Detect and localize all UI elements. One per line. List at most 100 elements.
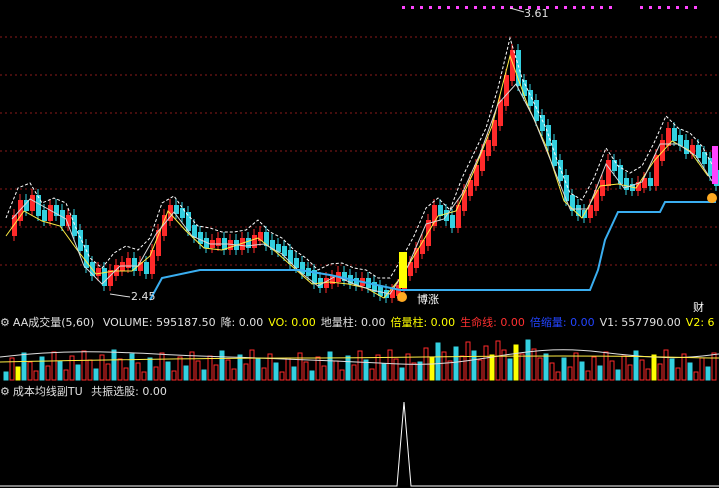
resonance-signal-line: [0, 401, 719, 487]
volume-bar: [543, 353, 549, 381]
candle-body: [216, 238, 221, 246]
volume-bar: [99, 354, 105, 381]
volume-bar: [447, 360, 453, 381]
volume-bar: [609, 360, 615, 381]
volume-bar: [51, 351, 57, 381]
low-pointer-line: [109, 293, 131, 298]
candle-body: [600, 180, 605, 196]
indicator-panel[interactable]: ⚙ 成本均线副TU 共振选股: 0.00: [0, 382, 719, 488]
candle-body: [186, 212, 191, 231]
volume-bar: [477, 359, 483, 381]
candle-body: [48, 205, 53, 221]
indicator-line-chart: [0, 401, 719, 487]
volume-bar: [309, 370, 315, 381]
volume-bar: [159, 352, 165, 381]
volume-bar: [405, 353, 411, 381]
volume-bar: [699, 357, 705, 381]
marker-dot: [474, 6, 477, 9]
volume-bar: [213, 364, 219, 381]
candle-body: [30, 195, 35, 211]
candle-body: [522, 80, 527, 96]
volume-bar: [561, 357, 567, 381]
volume-bar: [435, 342, 441, 381]
volume-bar: [507, 358, 513, 381]
volume-bar: [243, 363, 249, 381]
ma-mid-line: [11, 83, 715, 295]
volume-bar: [27, 361, 33, 381]
candle-body: [228, 240, 233, 250]
candle-body: [450, 215, 455, 228]
volume-bar: [591, 356, 597, 381]
volume-bar: [69, 355, 75, 381]
volume-bar: [429, 356, 435, 381]
volume-bar: [627, 364, 633, 381]
volume-bar: [195, 360, 201, 381]
volume-bar: [57, 360, 63, 381]
candle-body: [672, 128, 677, 141]
candle-body: [390, 290, 395, 298]
marker-dot: [694, 6, 697, 9]
volume-bar: [639, 359, 645, 381]
volume-bar: [171, 370, 177, 381]
high-price-label: 3.61: [524, 7, 549, 20]
volume-bar: [483, 345, 489, 381]
volume-ma-line: [0, 349, 719, 365]
volume-bar: [219, 350, 225, 381]
volume-bar: [441, 351, 447, 381]
volume-bar: [93, 368, 99, 381]
candle-body: [108, 270, 113, 286]
volume-bar: [393, 358, 399, 381]
candle-body: [684, 140, 689, 154]
marker-dot: [483, 6, 486, 9]
candle-body: [606, 160, 611, 186]
volume-bar: [285, 357, 291, 381]
volume-bar: [663, 349, 669, 381]
volume-bar: [81, 350, 87, 381]
marker-dot: [501, 6, 504, 9]
volume-bar: [345, 355, 351, 381]
volume-bar: [147, 357, 153, 381]
volume-bar: [711, 352, 717, 381]
volume-bar: [255, 358, 261, 381]
volume-bar: [33, 370, 39, 381]
low-price-label: 2.45: [131, 290, 156, 303]
marker-dot: [564, 6, 567, 9]
volume-bar: [363, 359, 369, 381]
volume-bar: [357, 350, 363, 381]
marker-dot: [582, 6, 585, 9]
candle-body: [486, 140, 491, 156]
marker-dot: [658, 6, 661, 9]
volume-bar: [489, 354, 495, 381]
volume-bar: [45, 365, 51, 381]
candle-body: [246, 238, 251, 248]
price-chart-panel[interactable]: 3.61 2.45 博涨 财: [0, 0, 719, 314]
marker-dot: [420, 6, 423, 9]
volume-bar: [207, 355, 213, 381]
candle-body: [96, 268, 101, 276]
volume-bar: [399, 367, 405, 381]
volume-bar: [117, 358, 123, 381]
marker-dot: [438, 6, 441, 9]
volume-bar: [111, 349, 117, 381]
volume-bar: [135, 362, 141, 381]
volume-bar: [279, 371, 285, 381]
volume-bar: [555, 371, 561, 381]
candle-body: [432, 205, 437, 226]
volume-bar: [597, 365, 603, 381]
candle-body: [78, 230, 83, 251]
volume-bar: [615, 369, 621, 381]
volume-bars: [0, 339, 719, 381]
volume-bar: [411, 362, 417, 381]
volume-panel[interactable]: ⚙ AA成交量(5,60) VOLUME: 595187.50 降: 0.00 VO:…: [0, 312, 719, 382]
volume-bar: [657, 363, 663, 381]
marker-dot: [667, 6, 670, 9]
marker-dot: [447, 6, 450, 9]
volume-bar: [705, 366, 711, 381]
volume-bar: [549, 362, 555, 381]
marker-dot: [456, 6, 459, 9]
candle-body: [528, 90, 533, 106]
volume-bar: [693, 371, 699, 381]
volume-bar: [3, 371, 9, 381]
volume-bar: [573, 352, 579, 381]
candle-body: [36, 195, 41, 216]
